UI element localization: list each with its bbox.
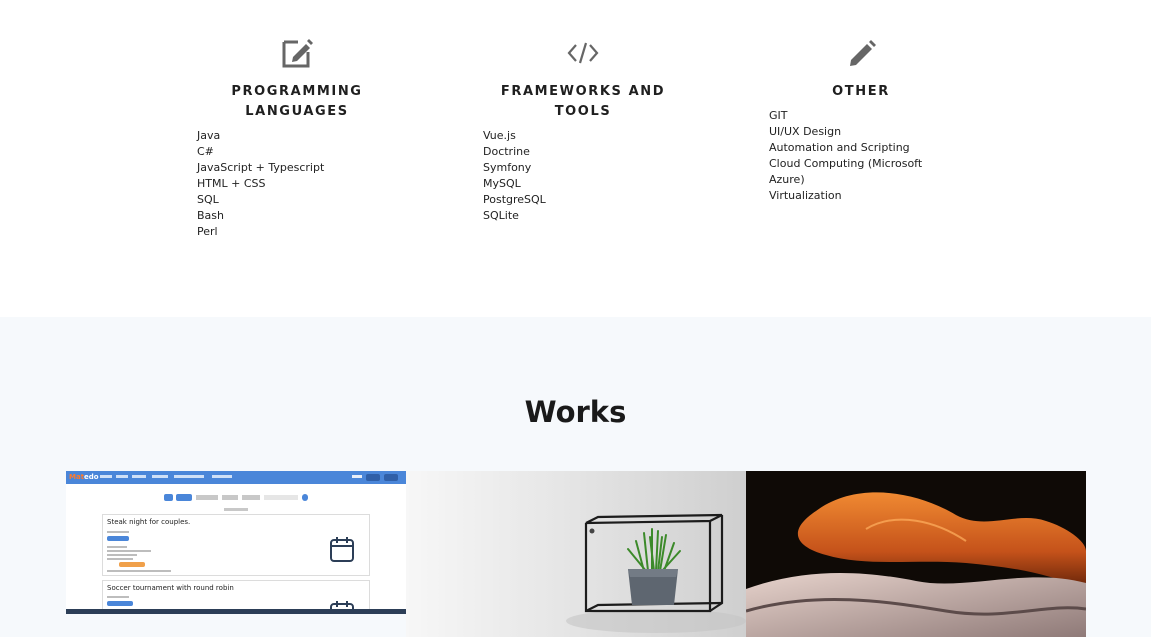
- mini-filter-button: [176, 494, 192, 501]
- list-item: Perl: [197, 225, 218, 238]
- skill-list: Java C# JavaScript + Typescript HTML + C…: [197, 128, 397, 240]
- list-item: Java: [197, 129, 221, 142]
- mini-nav-button: [384, 474, 398, 481]
- list-item: UI/UX Design: [769, 125, 842, 138]
- skills-section: PROGRAMMING LANGUAGES Java C# JavaScript…: [0, 0, 1151, 317]
- list-item: JavaScript + Typescript: [197, 161, 325, 174]
- mini-logo: Matedo: [69, 473, 99, 481]
- mini-card-line: [107, 570, 171, 572]
- skill-column-title: FRAMEWORKS AND TOOLS: [500, 84, 666, 119]
- mini-footer: [66, 609, 406, 614]
- mini-subtitle: [224, 508, 248, 511]
- skill-title-line-2: LANGUAGES: [245, 104, 349, 119]
- mini-navbar: Matedo: [66, 471, 406, 484]
- mini-filter-chip: [196, 495, 218, 500]
- mini-card-line: [107, 558, 133, 560]
- pencil-icon: [850, 40, 876, 66]
- list-item: Vue.js: [483, 129, 516, 142]
- mini-filter-chip: [242, 495, 260, 500]
- list-item: MySQL: [483, 177, 521, 190]
- list-item: GIT: [769, 109, 788, 122]
- work-tile-matedo[interactable]: Matedo Steak night for couples. Soccer t…: [66, 471, 406, 614]
- skill-column-title: OTHER: [832, 84, 890, 99]
- list-item: PostgreSQL: [483, 193, 546, 206]
- list-item: Cloud Computing (Microsoft Azure): [769, 157, 923, 186]
- mini-nav-link: [132, 475, 146, 478]
- works-heading: Works: [524, 395, 627, 429]
- list-item: SQL: [197, 193, 219, 206]
- mini-card: Steak night for couples.: [102, 514, 370, 576]
- list-item: Doctrine: [483, 145, 530, 158]
- canyon-photo: [746, 471, 1086, 637]
- mini-nav-link: [212, 475, 232, 478]
- mini-nav-link: [152, 475, 168, 478]
- list-item: Virtualization: [769, 189, 842, 202]
- mini-card-buttons: [107, 601, 133, 606]
- skill-column-other: OTHER GIT UI/UX Design Automation and Sc…: [769, 36, 959, 204]
- calendar-icon: [330, 537, 354, 562]
- mini-search-button: [302, 494, 308, 501]
- list-item: C#: [197, 145, 214, 158]
- mini-nav-button: [366, 474, 380, 481]
- list-item: HTML + CSS: [197, 177, 266, 190]
- work-tile-plant-shelf[interactable]: [406, 471, 746, 637]
- skill-column-programming-languages: PROGRAMMING LANGUAGES Java C# JavaScript…: [197, 36, 397, 240]
- mini-filter-chip: [222, 495, 238, 500]
- work-tile-canyon[interactable]: [746, 471, 1086, 637]
- mini-card-badge: [119, 562, 145, 567]
- mini-card-line: [107, 550, 151, 552]
- skill-list: GIT UI/UX Design Automation and Scriptin…: [769, 108, 959, 204]
- code-icon: [567, 42, 599, 64]
- list-item: Bash: [197, 209, 224, 222]
- edit-square-icon: [282, 39, 313, 68]
- mini-card-buttons: [107, 536, 129, 541]
- mini-filter-button: [164, 494, 173, 501]
- mini-toggle: [352, 475, 362, 478]
- skill-column-frameworks-and-tools: FRAMEWORKS AND TOOLS Vue.js Doctrine Sym…: [483, 36, 683, 224]
- mini-nav-link: [174, 475, 204, 478]
- skill-column-title: PROGRAMMING LANGUAGES: [197, 82, 397, 122]
- list-item: SQLite: [483, 209, 519, 222]
- mini-card-title: Soccer tournament with round robin: [107, 584, 234, 592]
- mini-nav-link: [116, 475, 128, 478]
- works-section: Works Matedo Steak night for couples. So…: [0, 317, 1151, 637]
- mini-card-title: Steak night for couples.: [107, 518, 191, 526]
- mini-card-line: [107, 531, 129, 533]
- mini-card-line: [107, 596, 129, 598]
- plant-shelf-photo: [566, 513, 746, 633]
- mini-nav-link: [100, 475, 112, 478]
- skill-list: Vue.js Doctrine Symfony MySQL PostgreSQL…: [483, 128, 683, 224]
- skill-title-line-1: PROGRAMMING: [231, 84, 363, 99]
- mini-search-box: [264, 495, 298, 500]
- list-item: Automation and Scripting: [769, 141, 910, 154]
- mini-card-line: [107, 554, 137, 556]
- mini-card-line: [107, 546, 127, 548]
- list-item: Symfony: [483, 161, 532, 174]
